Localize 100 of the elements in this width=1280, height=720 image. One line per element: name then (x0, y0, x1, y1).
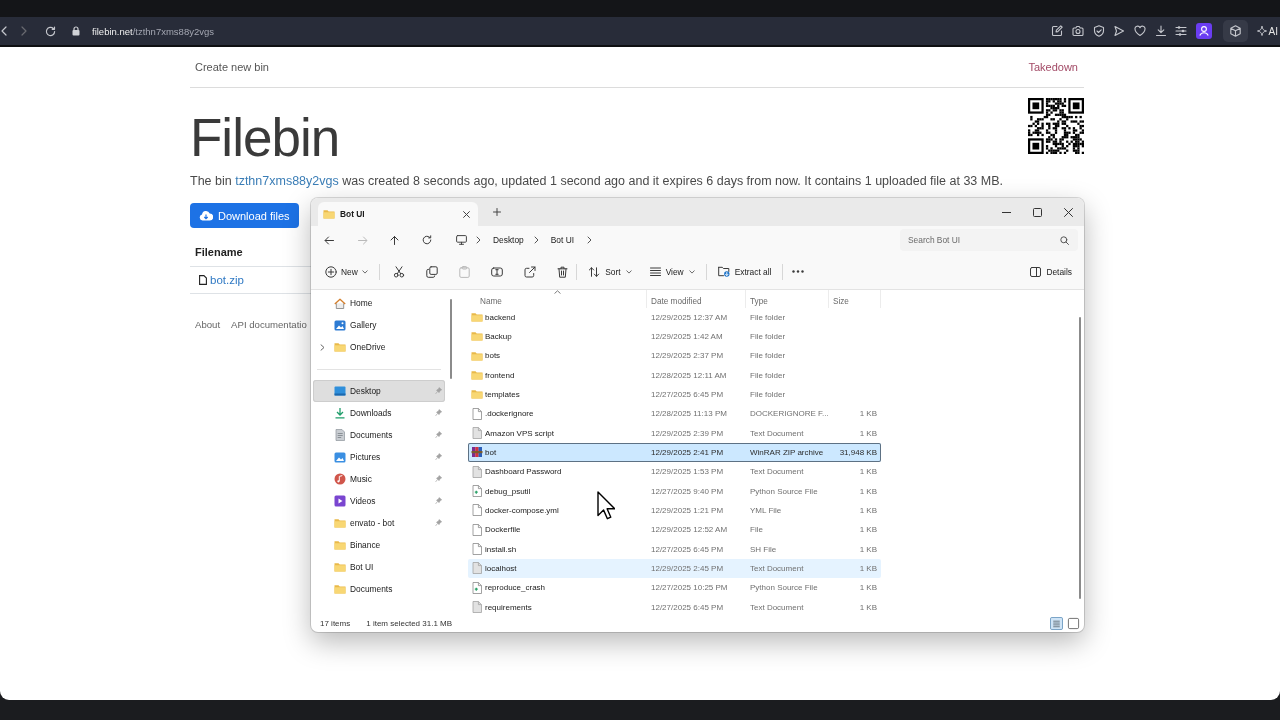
file-row[interactable]: bot 12/29/2025 2:41 PM WinRAR ZIP archive 31,948 KB (468, 442, 881, 463)
play-icon[interactable] (1113, 25, 1126, 37)
archive-icon (471, 446, 483, 459)
trash-icon[interactable] (557, 265, 569, 278)
nav-item[interactable]: Pictures (313, 446, 445, 468)
breadcrumb-item[interactable]: Bot UI (550, 235, 574, 245)
file-row[interactable]: backend 12/29/2025 12:37 AM File folder (468, 307, 881, 327)
nav-item[interactable]: Gallery (313, 314, 445, 336)
forward-icon[interactable] (21, 26, 27, 36)
footer-link[interactable]: About (195, 318, 221, 332)
view-button[interactable]: View (646, 259, 698, 284)
file-row[interactable]: localhost 12/29/2025 2:45 PM Text Document 1 KB (468, 558, 881, 579)
file-row[interactable]: .dockerignore 12/28/2025 11:13 PM DOCKERIGNORE F... 1 KB (468, 404, 881, 424)
file-row[interactable]: Amazon VPS script 12/29/2025 2:39 PM Text Document 1 KB (468, 423, 881, 443)
file-name: Dashboard Password (485, 467, 562, 477)
url-text[interactable]: filebin.net/tzthn7xms88y2vgs (92, 25, 214, 37)
sort-button[interactable]: Sort (585, 259, 635, 284)
ai-button[interactable]: AI (1256, 25, 1280, 37)
file-size: 1 KB (859, 467, 877, 477)
extract-all-button[interactable]: Extract all (714, 259, 775, 284)
file-row[interactable]: debug_psutil 12/27/2025 9:40 PM Python Source File 1 KB (468, 481, 881, 501)
chevron-icon[interactable] (476, 236, 481, 244)
download-files-button[interactable]: Download files (190, 203, 299, 228)
edit-icon[interactable] (1051, 25, 1064, 37)
refresh-icon[interactable] (422, 235, 432, 245)
up-icon[interactable] (390, 235, 399, 245)
minimize-icon[interactable] (1002, 211, 1011, 213)
chevron-icon[interactable] (587, 236, 592, 244)
close-icon[interactable] (462, 210, 470, 218)
nav-item[interactable]: envato - bot (313, 512, 445, 534)
file-size: 1 KB (859, 602, 877, 612)
details-view-icon[interactable] (1050, 616, 1063, 630)
nav-item[interactable]: Desktop (313, 380, 445, 402)
column-header[interactable]: Name (468, 290, 647, 308)
nav-item[interactable]: Music (313, 468, 445, 490)
footer-link[interactable]: API documentatio (231, 318, 307, 332)
plus-icon[interactable] (493, 208, 501, 216)
file-type: Text Document (750, 602, 804, 612)
sort-caret-icon (553, 290, 561, 294)
breadcrumb-item[interactable]: Desktop (493, 235, 524, 245)
new-button[interactable]: New (322, 259, 372, 284)
bin-id-link[interactable]: tzthn7xms88y2vgs (235, 174, 339, 188)
monitor-icon[interactable] (456, 235, 467, 245)
file-row[interactable]: templates 12/27/2025 6:45 PM File folder (468, 384, 881, 405)
file-row[interactable]: requirements 12/27/2025 6:45 PM Text Document 1 KB (468, 597, 881, 617)
ellipsis-icon[interactable] (792, 270, 805, 273)
close-icon[interactable] (1064, 207, 1073, 217)
file-row[interactable]: reproduce_crash 12/27/2025 10:25 PM Python Source File 1 KB (468, 578, 881, 598)
file-row[interactable]: docker-compose.yml 12/29/2025 1:21 PM YML File 1 KB (468, 500, 881, 521)
date-modified: 12/29/2025 2:45 PM (651, 563, 724, 573)
extensions-button[interactable] (1222, 20, 1248, 42)
column-header[interactable]: Type (746, 290, 829, 308)
copy-icon[interactable] (426, 265, 439, 278)
music-note-icon (334, 473, 346, 485)
file-link[interactable]: bot.zip (210, 274, 244, 286)
details-button[interactable]: Details (1030, 259, 1072, 284)
rename-icon[interactable] (491, 265, 504, 278)
file-row[interactable]: Backup 12/29/2025 1:42 AM File folder (468, 326, 881, 347)
heart-icon[interactable] (1134, 25, 1147, 37)
file-row[interactable]: bots 12/29/2025 2:37 PM File folder (468, 346, 881, 366)
file-row[interactable]: Dashboard Password 12/29/2025 1:53 PM Text Document 1 KB (468, 462, 881, 482)
download-icon[interactable] (1154, 25, 1167, 37)
takedown-link[interactable]: Takedown (1028, 61, 1078, 73)
file-size: 1 KB (859, 583, 877, 593)
column-header[interactable]: Size (829, 290, 881, 308)
document-icon (335, 429, 345, 441)
chevron-icon[interactable] (533, 236, 539, 244)
scrollbar[interactable] (1079, 317, 1081, 599)
nav-item[interactable]: Binance (313, 534, 445, 556)
maximize-icon[interactable] (1033, 207, 1042, 217)
shield-icon[interactable] (1092, 25, 1105, 37)
sliders-icon[interactable] (1175, 25, 1188, 37)
create-bin-link[interactable]: Create new bin (195, 61, 269, 73)
profile-icon[interactable] (1196, 23, 1213, 39)
tab[interactable]: Bot UI (318, 202, 478, 226)
camera-icon[interactable] (1072, 25, 1085, 37)
scissors-icon[interactable] (393, 265, 406, 278)
file-type: File folder (750, 370, 786, 380)
share-icon[interactable] (524, 265, 537, 278)
search-field[interactable]: Search Bot UI (900, 229, 1078, 251)
reload-icon[interactable] (45, 25, 56, 37)
nav-item[interactable]: OneDrive (313, 336, 445, 358)
file-row[interactable]: Dockerfile 12/29/2025 12:52 AM File 1 KB (468, 520, 881, 540)
caret-icon (625, 269, 632, 274)
column-header[interactable]: Date modified (647, 290, 746, 308)
file-row[interactable]: frontend 12/28/2025 12:11 AM File folder (468, 365, 881, 385)
back-icon[interactable] (324, 235, 334, 245)
nav-item[interactable]: Downloads (313, 402, 445, 424)
file-row[interactable]: install.sh 12/27/2025 6:45 PM SH File 1 KB (468, 539, 881, 559)
details-pane-icon (1030, 266, 1042, 277)
nav-item[interactable]: Documents (313, 424, 445, 446)
nav-item[interactable]: Bot UI (313, 556, 445, 578)
nav-item[interactable]: Videos (313, 490, 445, 512)
file-type: Text Document (750, 563, 804, 573)
chevron-icon[interactable] (319, 343, 325, 351)
nav-item[interactable]: Documents (313, 578, 445, 600)
tiles-view-icon[interactable] (1067, 616, 1080, 630)
folder-icon (334, 562, 346, 572)
nav-item[interactable]: Home (313, 292, 445, 314)
scrollbar[interactable] (450, 299, 452, 379)
